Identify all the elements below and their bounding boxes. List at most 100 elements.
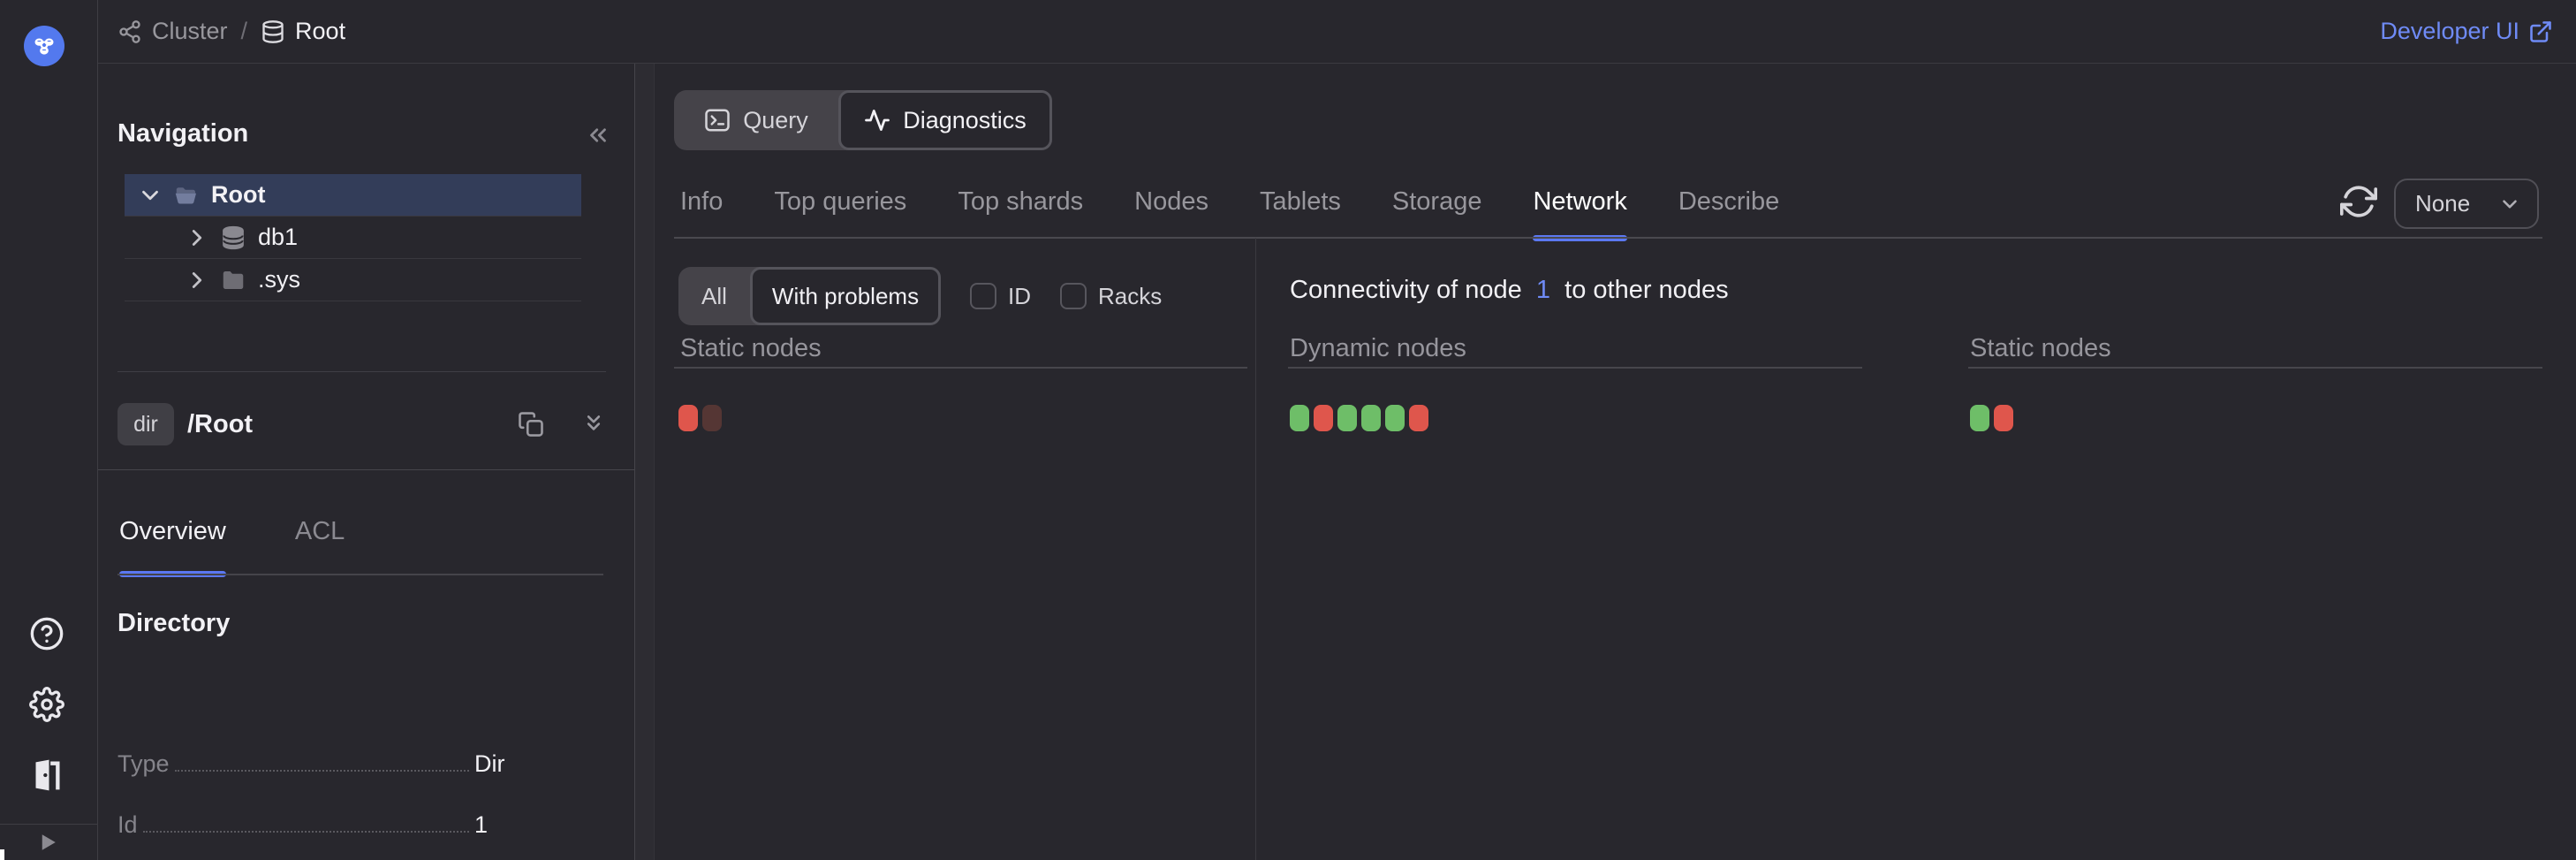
chevron-down-icon[interactable] — [137, 182, 163, 209]
heading-underline — [1968, 367, 2542, 369]
tab-acl[interactable]: ACL — [295, 517, 345, 553]
dynamic-nodes-strip — [1290, 405, 1428, 431]
tab-top-shards[interactable]: Top shards — [958, 187, 1083, 217]
node-status-square[interactable] — [678, 405, 698, 431]
play-triangle-icon — [34, 829, 62, 856]
help-button[interactable] — [29, 616, 64, 651]
node-status-square[interactable] — [1361, 405, 1381, 431]
chevron-right-icon[interactable] — [184, 267, 210, 293]
node-status-square[interactable] — [702, 405, 722, 431]
ydb-monitoring-app: Cluster / Root Developer UI Navigation — [0, 0, 2576, 860]
autorefresh-select[interactable]: None — [2394, 179, 2539, 229]
tree-item-db1[interactable]: db1 — [125, 217, 581, 259]
id-checkbox[interactable] — [970, 283, 996, 309]
ydb-logo-icon — [31, 33, 57, 59]
diagnostics-view-button[interactable]: Diagnostics — [838, 90, 1052, 150]
tab-network[interactable]: Network — [1533, 187, 1626, 217]
collapse-panel-button[interactable] — [585, 122, 611, 148]
external-link-icon — [2528, 19, 2553, 44]
node-status-square[interactable] — [1385, 405, 1405, 431]
tabs-underline — [674, 237, 2542, 239]
rail-divider — [0, 824, 97, 825]
developer-ui-label: Developer UI — [2380, 18, 2519, 45]
entity-path: /Root — [187, 410, 253, 439]
autorefresh-value: None — [2415, 190, 2498, 217]
entity-actions — [518, 411, 608, 438]
heading-underline — [1288, 367, 1862, 369]
entity-type-badge: dir — [117, 403, 174, 445]
copy-path-button[interactable] — [518, 411, 544, 438]
breadcrumb-cluster[interactable]: Cluster — [152, 18, 228, 45]
chevrons-down-icon — [581, 411, 606, 436]
navigation-panel: Navigation Root — [98, 64, 634, 860]
node-status-square[interactable] — [1970, 405, 1989, 431]
id-checkbox-group[interactable]: ID — [970, 283, 1031, 310]
filter-with-problems-button[interactable]: With problems — [750, 267, 941, 325]
tree-item-sys[interactable]: .sys — [125, 259, 581, 301]
divider — [117, 371, 606, 372]
node-status-square[interactable] — [1314, 405, 1333, 431]
tab-nodes[interactable]: Nodes — [1134, 187, 1208, 217]
tab-overview[interactable]: Overview — [119, 517, 226, 553]
database-icon — [261, 19, 285, 44]
expand-panel-button[interactable] — [34, 829, 62, 856]
settings-button[interactable] — [29, 687, 64, 722]
tree-item-label: Root — [211, 181, 265, 209]
exit-door-icon — [29, 757, 64, 793]
info-section-heading: Directory — [117, 609, 230, 638]
gear-icon — [29, 687, 64, 722]
racks-checkbox-label: Racks — [1098, 283, 1162, 310]
racks-checkbox[interactable] — [1060, 283, 1087, 309]
database-icon — [220, 225, 246, 251]
refresh-button[interactable] — [2340, 183, 2377, 220]
tree-item-label: .sys — [258, 266, 300, 293]
connectivity-suffix: to other nodes — [1565, 276, 1728, 304]
tab-top-queries[interactable]: Top queries — [774, 187, 906, 217]
chevrons-left-icon — [585, 122, 611, 148]
connectivity-title: Connectivity of node 1 to other nodes — [1290, 276, 1729, 305]
query-view-button[interactable]: Query — [674, 90, 838, 150]
node-status-square[interactable] — [1290, 405, 1309, 431]
connectivity-prefix: Connectivity of node — [1290, 276, 1529, 304]
tab-describe[interactable]: Describe — [1678, 187, 1779, 217]
panel-scroll-gutter[interactable] — [634, 64, 655, 860]
object-tree: Root db1 — [125, 174, 581, 301]
problem-filter: All With problems — [678, 267, 941, 325]
node-status-square[interactable] — [1337, 405, 1357, 431]
terminal-icon — [704, 107, 731, 133]
node-status-square[interactable] — [1409, 405, 1428, 431]
static-nodes-right-strip — [1970, 405, 2013, 431]
static-nodes-heading: Static nodes — [680, 334, 822, 363]
info-value: Dir — [474, 750, 533, 778]
filter-all-button[interactable]: All — [678, 267, 750, 325]
tab-tablets[interactable]: Tablets — [1260, 187, 1341, 217]
folder-open-icon — [173, 182, 200, 209]
corner-fragment — [0, 849, 4, 860]
tree-item-root[interactable]: Root — [125, 174, 581, 217]
developer-ui-link[interactable]: Developer UI — [2380, 18, 2553, 45]
app-rail — [0, 0, 98, 860]
diagnostics-tabs: Info Top queries Top shards Nodes Tablet… — [680, 187, 1779, 217]
node-status-square[interactable] — [1994, 405, 2013, 431]
expand-summary-button[interactable] — [581, 411, 608, 438]
info-label: Type — [117, 750, 170, 778]
id-checkbox-label: ID — [1008, 283, 1031, 310]
query-view-label: Query — [743, 107, 808, 134]
tab-info[interactable]: Info — [680, 187, 723, 217]
panel-vertical-divider — [1255, 238, 1256, 860]
ydb-logo[interactable] — [24, 26, 64, 66]
help-circle-icon — [29, 616, 64, 651]
tree-item-label: db1 — [258, 224, 298, 251]
dotted-leader — [143, 831, 469, 833]
racks-checkbox-group[interactable]: Racks — [1060, 283, 1162, 310]
info-value: 1 — [474, 811, 533, 839]
view-switch: Query Diagnostics — [674, 90, 1052, 150]
static-nodes-right-heading: Static nodes — [1970, 334, 2111, 363]
dynamic-nodes-heading: Dynamic nodes — [1290, 334, 1466, 363]
tab-storage[interactable]: Storage — [1392, 187, 1482, 217]
connectivity-node-link[interactable]: 1 — [1536, 276, 1550, 304]
breadcrumb-current: Root — [295, 18, 345, 45]
sign-out-button[interactable] — [29, 757, 64, 793]
chevron-right-icon[interactable] — [184, 225, 210, 251]
breadcrumb: Cluster / Root — [117, 18, 345, 45]
